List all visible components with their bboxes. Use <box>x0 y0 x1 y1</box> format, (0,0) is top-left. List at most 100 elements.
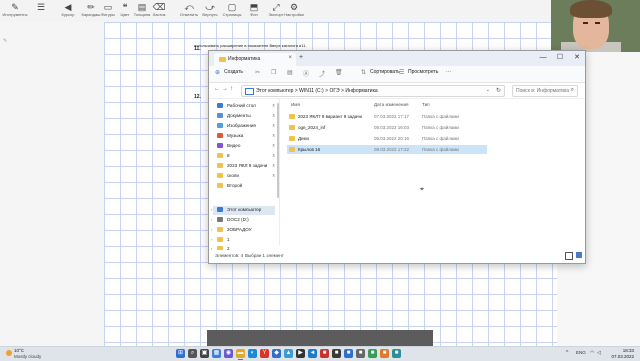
photos-icon[interactable]: ▲ <box>284 349 293 358</box>
toolbar-tool[interactable]: ▢ Страницы <box>221 2 243 20</box>
toolbar-tool[interactable]: ⤻ Вернуть <box>199 2 221 20</box>
language-indicator[interactable]: ENG <box>576 350 586 355</box>
expand-chevron-icon[interactable]: › <box>211 217 212 222</box>
file-row[interactable]: Крылов 16 08.03.2022 17:22 Папка с файлами <box>287 145 487 154</box>
refresh-icon[interactable]: ↻ <box>496 87 501 94</box>
back-arrow-icon[interactable]: ← <box>214 86 220 92</box>
breadcrumb-item[interactable]: WIN11 (C:) <box>299 88 324 94</box>
rename-icon[interactable]: Ⓐ <box>303 69 309 78</box>
breadcrumb-item[interactable]: ОГЭ <box>329 88 339 94</box>
file-name: Демо <box>298 136 310 141</box>
nav-item[interactable]: Второй <box>213 182 275 191</box>
sort-button[interactable]: Сортировать <box>370 69 400 75</box>
explorer-tab[interactable]: Информатика × <box>214 53 296 66</box>
toolbar-tool[interactable]: ⤺ Отменить <box>178 2 200 20</box>
column-header-type[interactable]: Тип <box>422 102 430 107</box>
toolbar-tool[interactable]: ◀ Курсор <box>57 2 79 20</box>
folder-icon <box>217 113 223 118</box>
app-blue-icon[interactable]: ■ <box>344 349 353 358</box>
file-row[interactable]: oge_2024_inf 05.03.2022 16:03 Папка с файл… <box>287 123 487 132</box>
cut-icon[interactable]: ✂ <box>255 69 260 76</box>
breadcrumb-item[interactable]: Этот компьютер <box>256 88 293 94</box>
file-row[interactable]: 2023 ЯКЛ7 9 вариант 9 задачи 07.03.2022 1… <box>287 112 487 121</box>
webcam-overlay <box>551 0 640 52</box>
chevron-down-icon[interactable]: ⌄ <box>486 87 490 93</box>
file-explorer-icon[interactable]: ▬ <box>236 349 245 358</box>
close-tab-icon[interactable]: × <box>288 55 292 61</box>
nav-scrollbar[interactable] <box>277 103 279 198</box>
nav-item[interactable]: Музыка ⊼ <box>213 132 275 141</box>
file-row[interactable]: Демо 05.03.2022 20:16 Папка с файлами <box>287 134 487 143</box>
nav-item[interactable]: 8 ⊼ <box>213 152 275 161</box>
app-teal-icon[interactable]: ■ <box>392 349 401 358</box>
taskbar: 10°C Mostly cloudy ^ ENG ◠ ◁ 18:33 07.03… <box>0 346 640 361</box>
toolbar-tool[interactable]: ✎ Инструменты <box>3 2 28 20</box>
column-header-name[interactable]: Имя <box>291 102 300 107</box>
chat-icon[interactable]: ◉ <box>224 349 233 358</box>
folder-icon <box>289 136 295 141</box>
tool-icon: ◀ <box>64 2 72 12</box>
edge-icon[interactable]: ◐ <box>248 349 257 358</box>
new-tab-button[interactable]: + <box>299 54 303 61</box>
windows-start-icon[interactable]: ⊞ <box>176 349 185 358</box>
address-bar[interactable]: Этот компьютер > WIN11 (C:) > ОГЭ > Инфо… <box>241 85 505 97</box>
nav-item-label: Второй <box>227 183 243 188</box>
copy-icon[interactable]: ❐ <box>271 69 276 76</box>
toolbar-tool[interactable]: ⚙ Настройки <box>283 2 305 20</box>
nav-item[interactable]: › 1 <box>211 236 275 245</box>
nav-item[interactable]: › DOC2 (D:) <box>211 216 275 225</box>
expand-chevron-icon[interactable]: › <box>211 227 212 232</box>
tray-chevron-icon[interactable]: ^ <box>566 350 568 356</box>
tiles-view-icon[interactable] <box>576 252 582 258</box>
close-button[interactable]: ✕ <box>569 52 585 64</box>
app-green-icon[interactable]: ■ <box>368 349 377 358</box>
expand-chevron-icon[interactable]: › <box>211 237 212 242</box>
volume-icon[interactable]: ◁ <box>597 350 601 356</box>
search-icon[interactable]: ⌕ <box>188 349 197 358</box>
task-view-icon[interactable]: ▣ <box>200 349 209 358</box>
expand-chevron-icon[interactable]: › <box>211 207 212 212</box>
nav-item[interactable]: Изображения ⊼ <box>213 122 275 131</box>
clock[interactable]: 18:33 07.03.2022 <box>604 348 634 360</box>
widgets-icon[interactable]: ▦ <box>212 349 221 358</box>
nav-item[interactable]: › Этот компьютер <box>211 206 275 215</box>
nav-item[interactable]: cкопи ⊼ <box>213 172 275 181</box>
app-dark-icon[interactable]: ■ <box>332 349 341 358</box>
wifi-icon[interactable]: ◠ <box>590 350 594 356</box>
pin-icon[interactable]: ✎ <box>3 38 7 44</box>
search-input[interactable]: Поиск в: Информатика ⌕ <box>512 85 578 97</box>
column-header-date[interactable]: Дата изменения <box>374 102 409 107</box>
minimize-button[interactable]: — <box>535 52 551 64</box>
nav-item[interactable]: 2023 ЯКЛ 9 задачи ⊼ <box>213 162 275 171</box>
app-orange-icon[interactable]: ■ <box>380 349 389 358</box>
up-arrow-icon[interactable]: ↑ <box>230 86 233 92</box>
view-button[interactable]: Просмотреть <box>408 69 438 75</box>
store-icon[interactable]: ◆ <box>272 349 281 358</box>
file-type: Папка с файлами <box>422 147 459 152</box>
nav-item[interactable]: Документы ⊼ <box>213 112 275 121</box>
folder-icon <box>217 183 223 188</box>
details-view-icon[interactable] <box>565 252 573 260</box>
paste-icon[interactable]: ▤ <box>287 69 293 76</box>
nav-item[interactable]: Рабочий стол ⊼ <box>213 102 275 111</box>
computer-icon <box>245 88 254 95</box>
more-button[interactable]: ··· <box>446 69 451 75</box>
app-red-icon[interactable]: ■ <box>320 349 329 358</box>
forward-arrow-icon[interactable]: → <box>222 86 228 92</box>
tool-icon: ✎ <box>11 2 19 12</box>
plus-circle-icon: ⊕ <box>215 70 221 76</box>
vscode-icon[interactable]: ◄ <box>308 349 317 358</box>
terminal-icon[interactable]: ▶ <box>296 349 305 358</box>
yandex-icon[interactable]: Y <box>260 349 269 358</box>
create-button[interactable]: Создать <box>224 69 243 75</box>
nav-item[interactable]: Видео ⊼ <box>213 142 275 151</box>
share-icon[interactable]: ⤴ <box>319 69 325 78</box>
breadcrumb-item[interactable]: Информатика <box>345 88 377 94</box>
app-gray-icon[interactable]: ■ <box>356 349 365 358</box>
toolbar-tool[interactable]: ⬒ Фон <box>243 2 265 20</box>
nav-item[interactable]: › 2ОБРАДОУ <box>211 226 275 235</box>
toolbar-tool[interactable]: ☰ <box>30 2 52 20</box>
maximize-button[interactable]: ☐ <box>552 52 568 64</box>
toolbar-tool[interactable]: ⌫ Ластик <box>148 2 170 20</box>
delete-icon[interactable]: 🗑 <box>335 69 343 76</box>
